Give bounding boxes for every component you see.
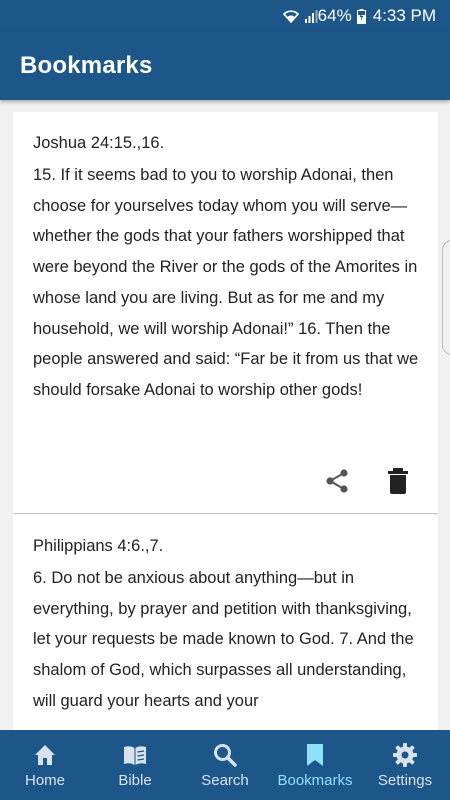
verse-text: 15. If it seems bad to you to worship Ad… [33,166,419,399]
search-icon [214,744,237,767]
share-icon [326,469,348,493]
nav-label: Bible [118,772,152,789]
nav-home[interactable]: Home [0,730,90,800]
bottom-navigation: Home Bible Search Bookmarks Settings [0,730,450,800]
edge-panel-handle[interactable] [442,240,450,355]
home-icon [35,745,55,765]
battery-percent: 64% [317,6,352,25]
gear-icon [393,743,417,767]
signal-icon [304,9,318,23]
bookmark-list[interactable]: Joshua 24:15.,16. 15. If it seems bad to… [0,100,450,730]
status-bar: 64% 4:33 PM [0,0,450,32]
share-button[interactable] [323,467,351,495]
verse-reference: Joshua 24:15.,16. [33,134,165,152]
app-bar: Bookmarks [0,32,450,100]
nav-bible[interactable]: Bible [90,730,180,800]
book-icon [124,746,146,765]
battery-charging-icon [356,8,366,24]
nav-label: Search [201,772,249,789]
bookmark-card[interactable]: Philippians 4:6.,7. 6. Do not be anxious… [13,515,438,730]
nav-settings[interactable]: Settings [360,730,450,800]
nav-label: Home [24,772,65,789]
bookmark-icon [307,744,323,766]
page-title: Bookmarks [20,52,153,79]
nav-label: Settings [377,772,433,789]
bookmark-card[interactable]: Joshua 24:15.,16. 15. If it seems bad to… [13,112,438,514]
verse-reference: Philippians 4:6.,7. [33,537,164,555]
verse-text: 6. Do not be anxious about anything—but … [33,569,414,710]
delete-icon [388,468,408,494]
wifi-icon [282,9,299,23]
clock: 4:33 PM [372,6,436,25]
nav-search[interactable]: Search [180,730,270,800]
nav-label: Bookmarks [277,772,353,789]
nav-bookmarks[interactable]: Bookmarks [270,730,360,800]
delete-button[interactable] [385,467,411,495]
